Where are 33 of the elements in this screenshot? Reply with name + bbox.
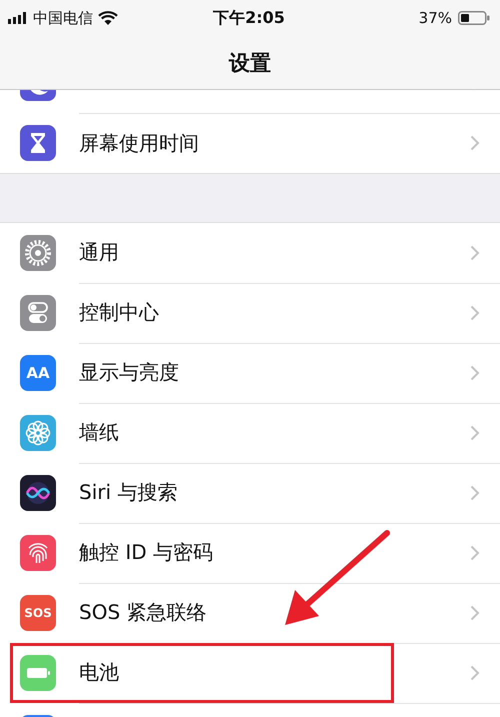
settings-item[interactable]: 电池 — [79, 659, 470, 686]
chevron-icon — [470, 244, 480, 260]
wifi-icon — [98, 11, 118, 25]
chevron-icon — [470, 484, 480, 500]
hourglass-icon — [20, 125, 56, 161]
battery-icon — [458, 11, 490, 25]
signal-icon — [8, 12, 28, 24]
settings-item[interactable]: 墙纸 — [79, 419, 470, 446]
battery-icon — [20, 655, 56, 691]
settings-item[interactable]: SOS 紧急联络 — [79, 599, 470, 626]
toggles-icon — [20, 295, 56, 331]
sos-icon: SOS — [20, 595, 56, 631]
chevron-icon — [470, 664, 480, 680]
chevron-icon — [470, 364, 480, 380]
battery-percent: 37% — [418, 9, 452, 27]
chevron-icon — [470, 135, 480, 151]
chevron-icon — [470, 604, 480, 620]
settings-item[interactable]: 显示与亮度 — [79, 359, 470, 386]
settings-item[interactable]: 触控 ID 与密码 — [79, 539, 470, 566]
clock-time: 下午2:05 — [212, 8, 286, 28]
chevron-icon — [470, 304, 480, 320]
settings-item[interactable]: Siri 与搜索 — [79, 479, 470, 506]
settings-item[interactable]: 控制中心 — [79, 299, 470, 326]
chevron-icon — [470, 424, 480, 440]
chevron-icon — [470, 544, 480, 560]
page-title: 设置 — [229, 50, 271, 76]
fingerprint-icon — [20, 535, 56, 571]
gear-icon — [20, 235, 56, 271]
carrier-name: 中国电信 — [33, 8, 93, 28]
flower-icon — [20, 415, 56, 451]
text-size-icon: AA — [20, 355, 56, 391]
siri-orb-icon — [20, 475, 56, 511]
settings-item[interactable]: 通用 — [79, 239, 470, 266]
